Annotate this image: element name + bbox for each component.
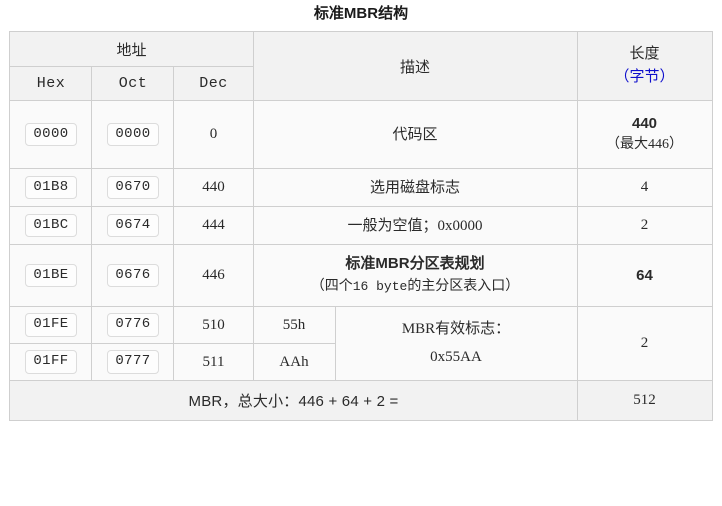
cell-hex: 0000	[9, 100, 93, 169]
header-row-group: 地址 描述 长度 （字节）	[9, 31, 713, 101]
cell-oct: 0776	[91, 306, 175, 344]
header-hex: Hex	[9, 66, 93, 101]
cell-signature-byte: AAh	[252, 343, 336, 381]
table-row: 01BE 0676 446 标准MBR分区表规划 （四个16 byte的主分区表…	[9, 244, 713, 307]
hex-value: 01FE	[25, 313, 77, 337]
cell-length: 64	[576, 244, 713, 307]
oct-value: 0674	[107, 213, 159, 238]
cell-hex: 01BE	[9, 244, 93, 307]
cell-oct: 0777	[91, 343, 175, 381]
header-length-unit: （字节）	[614, 69, 675, 85]
mbr-structure-page: 标准MBR结构 地址 描述 长度 （字节） Hex Oct Dec 0000 0…	[0, 0, 722, 506]
cell-hex: 01BC	[9, 206, 93, 245]
header-length-title: 长度	[629, 45, 660, 62]
header-oct: Oct	[91, 66, 175, 101]
oct-value: 0777	[107, 350, 159, 374]
cell-signature-byte: 55h	[252, 306, 336, 344]
table-row: 01B8 0670 440 选用磁盘标志 4	[9, 168, 713, 207]
table-row: 01BC 0674 444 一般为空值；0x0000 2	[9, 206, 713, 245]
header-length: 长度 （字节）	[576, 31, 713, 101]
length-value: 64	[636, 266, 653, 284]
cell-oct: 0000	[91, 100, 175, 169]
header-address-group: 地址	[9, 31, 254, 67]
description-title: 标准MBR分区表规划	[345, 255, 485, 273]
total-value: 512	[576, 380, 713, 421]
cell-dec: 510	[173, 306, 254, 344]
cell-length: 2	[576, 306, 713, 381]
cell-dec: 444	[173, 206, 254, 245]
cell-oct: 0674	[91, 206, 175, 245]
cell-dec: 440	[173, 168, 254, 207]
description-sub-mono: 16 byte	[352, 279, 408, 295]
hex-value: 01BC	[25, 213, 77, 238]
signature-desc-line2: 0x55AA	[430, 348, 482, 365]
table-header: 地址 描述 长度 （字节） Hex Oct Dec	[9, 31, 713, 101]
oct-value: 0670	[107, 175, 159, 200]
cell-length: 4	[576, 168, 713, 207]
cell-hex: 01FF	[9, 343, 93, 381]
oct-value: 0676	[107, 263, 159, 288]
cell-description: 代码区	[252, 100, 578, 169]
cell-description: 一般为空值；0x0000	[252, 206, 578, 245]
hex-value: 01BE	[25, 263, 77, 288]
header-dec: Dec	[173, 66, 254, 101]
cell-length: 2	[576, 206, 713, 245]
total-label: MBR，总大小：446 + 64 + 2 =	[9, 380, 578, 421]
table-row: 01FE 0776 510 55h MBR有效标志： 0x55AA 2	[9, 306, 713, 381]
cell-signature-description: MBR有效标志： 0x55AA	[334, 306, 578, 381]
length-value: 440	[632, 115, 658, 133]
page-title: 标准MBR结构	[313, 5, 409, 22]
header-description: 描述	[252, 31, 578, 101]
description-subtitle: （四个16 byte的主分区表入口）	[254, 276, 577, 298]
description-sub-suffix: 的主分区表入口）	[407, 279, 520, 295]
cell-oct: 0676	[91, 244, 175, 307]
cell-dec: 511	[173, 343, 254, 381]
hex-value: 01B8	[25, 175, 77, 200]
oct-value: 0776	[107, 313, 159, 337]
cell-hex: 01FE	[9, 306, 93, 344]
hex-value: 01FF	[25, 350, 77, 374]
table-footer-row: MBR，总大小：446 + 64 + 2 = 512	[9, 380, 713, 421]
length-note: （最大446）	[606, 137, 684, 153]
oct-value: 0000	[107, 122, 159, 147]
signature-desc-line1: MBR有效标志：	[401, 320, 511, 337]
cell-dec: 0	[173, 100, 254, 169]
cell-length: 440 （最大446）	[576, 100, 713, 169]
table-row: 0000 0000 0 代码区 440 （最大446）	[9, 100, 713, 169]
table-body: 0000 0000 0 代码区 440 （最大446） 01B8 0670 44…	[9, 100, 713, 421]
cell-description: 标准MBR分区表规划 （四个16 byte的主分区表入口）	[252, 244, 578, 307]
description-sub-prefix: （四个	[310, 279, 353, 295]
cell-oct: 0670	[91, 168, 175, 207]
cell-dec: 446	[173, 244, 254, 307]
cell-description: 选用磁盘标志	[252, 168, 578, 207]
cell-hex: 01B8	[9, 168, 93, 207]
mbr-structure-table: 地址 描述 长度 （字节） Hex Oct Dec 0000 0000 0 代码…	[9, 31, 713, 421]
hex-value: 0000	[25, 122, 77, 147]
